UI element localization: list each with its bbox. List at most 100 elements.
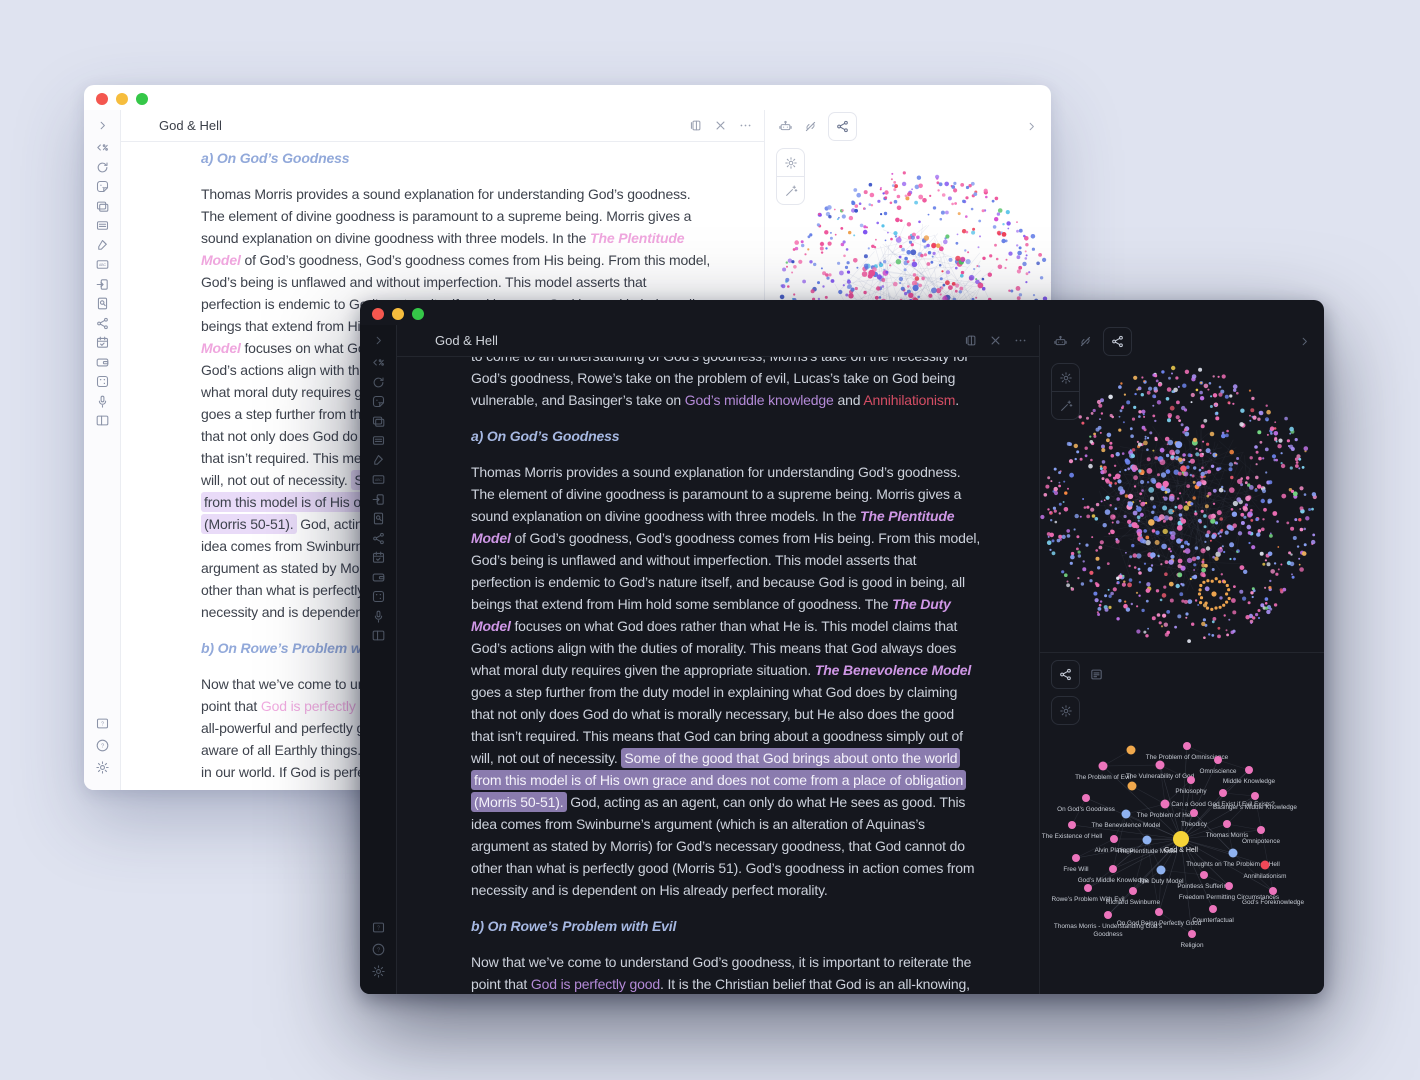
sticker-icon[interactable] <box>371 394 386 409</box>
sticker-icon[interactable] <box>95 179 110 194</box>
graph-view-button[interactable] <box>828 112 857 141</box>
graph-node-religion[interactable]: Religion <box>1180 930 1204 949</box>
import-icon[interactable] <box>371 492 386 507</box>
graph-node-thomas-morris[interactable]: Thomas Morris <box>1206 820 1249 839</box>
vault-switcher-icon[interactable]: ? <box>371 920 386 935</box>
expand-sidebar-icon[interactable] <box>96 119 109 132</box>
split-pane-icon[interactable] <box>688 118 703 133</box>
abc-box-icon[interactable]: ABC <box>95 257 110 272</box>
tab-actions <box>688 118 753 133</box>
layout-split-icon[interactable] <box>371 628 386 643</box>
note-content[interactable]: to come to an understanding of God’s goo… <box>397 357 1039 994</box>
global-graph[interactable] <box>1040 358 1324 652</box>
graph-style-button[interactable] <box>777 176 804 204</box>
split-pane-icon[interactable] <box>963 333 978 348</box>
internal-link[interactable]: Model <box>201 340 241 356</box>
text-line: Model of God’s goodness, God’s goodness … <box>471 527 1039 549</box>
internal-link[interactable]: Model <box>201 252 241 268</box>
dice-icon[interactable] <box>95 374 110 389</box>
graph-view-icon <box>835 119 850 134</box>
lines-icon[interactable] <box>95 218 110 233</box>
internal-link[interactable]: God is perfectly good <box>531 976 660 992</box>
graph-icon[interactable] <box>95 316 110 331</box>
settings-icon[interactable] <box>95 760 110 775</box>
graph-node-on-god-being-perfectly-good[interactable]: On God Being Perfectly Good <box>1117 908 1202 927</box>
internal-link[interactable]: The Benevolence Model <box>815 662 971 678</box>
local-graph-settings-button[interactable] <box>1051 696 1080 725</box>
internal-link[interactable]: The Duty <box>892 596 951 612</box>
graph-view-button[interactable] <box>1103 327 1132 356</box>
shape-pen-icon[interactable] <box>95 238 110 253</box>
help-icon[interactable]: ? <box>371 942 386 957</box>
traffic-light-zoom[interactable] <box>136 93 148 105</box>
mic-icon[interactable] <box>371 609 386 624</box>
tab-title[interactable]: God & Hell <box>435 333 498 348</box>
abc-box-icon[interactable]: ABC <box>371 472 386 487</box>
global-graph-panel[interactable] <box>1040 358 1324 652</box>
close-icon[interactable] <box>713 118 728 133</box>
close-icon[interactable] <box>988 333 1003 348</box>
list-view-icon[interactable] <box>1089 667 1104 682</box>
graph-node-on-god-s-goodness[interactable]: On God’s Goodness <box>1057 794 1115 813</box>
sync-icon[interactable] <box>371 375 386 390</box>
settings-icon[interactable] <box>371 964 386 979</box>
graph-node-the-vulnerability-of-god[interactable]: The Vulnerability of God <box>1126 761 1195 781</box>
local-graph-view-button[interactable] <box>1051 660 1080 689</box>
shape-pen-icon[interactable] <box>371 453 386 468</box>
internal-link[interactable]: The Plentitude <box>590 230 684 246</box>
wallet-icon[interactable] <box>95 355 110 370</box>
local-graph[interactable]: God & HellThe Problem of OmniscienceOmni… <box>1040 653 1324 993</box>
more-options-icon[interactable] <box>738 118 753 133</box>
dice-icon[interactable] <box>371 589 386 604</box>
graph-node-the-problem-of-evil[interactable]: The Problem of Evil <box>1075 762 1131 782</box>
traffic-light-minimize[interactable] <box>392 308 404 320</box>
chevron-right-icon[interactable] <box>1025 120 1038 133</box>
internal-link[interactable]: The Plentitude <box>860 508 954 524</box>
more-options-icon[interactable] <box>1013 333 1028 348</box>
sync-icon[interactable] <box>95 160 110 175</box>
import-icon[interactable] <box>95 277 110 292</box>
graph-node[interactable] <box>1127 746 1136 755</box>
local-graph-panel[interactable]: God & HellThe Problem of OmniscienceOmni… <box>1040 653 1324 994</box>
expand-sidebar-icon[interactable] <box>372 334 385 347</box>
graph-icon[interactable] <box>371 531 386 546</box>
settings-icon <box>784 156 798 170</box>
traffic-light-close[interactable] <box>372 308 384 320</box>
graph-node[interactable] <box>1128 782 1137 791</box>
graph-node-free-will[interactable]: Free Will <box>1063 854 1088 873</box>
wallet-icon[interactable] <box>371 570 386 585</box>
file-search-icon[interactable] <box>371 511 386 526</box>
titlebar[interactable] <box>84 85 1051 110</box>
graph-node-counterfactual[interactable]: Counterfactual <box>1192 905 1234 924</box>
vault-switcher-icon[interactable]: ? <box>95 716 110 731</box>
sidebar-header <box>1040 325 1324 358</box>
titlebar[interactable] <box>360 300 1324 325</box>
internal-link[interactable]: Model <box>471 530 511 546</box>
traffic-light-zoom[interactable] <box>412 308 424 320</box>
lines-icon[interactable] <box>371 433 386 448</box>
tab-title[interactable]: God & Hell <box>159 118 222 133</box>
bot-icon[interactable] <box>1053 334 1068 349</box>
unlink-icon[interactable] <box>803 119 818 134</box>
internal-link[interactable]: God’s middle knowledge <box>685 392 834 408</box>
cards-icon[interactable] <box>95 199 110 214</box>
help-icon[interactable]: ? <box>95 738 110 753</box>
internal-link[interactable]: Model <box>471 618 511 634</box>
graph-settings-button[interactable] <box>1052 364 1079 391</box>
bot-icon[interactable] <box>778 119 793 134</box>
unlink-icon[interactable] <box>1078 334 1093 349</box>
layout-split-icon[interactable] <box>95 413 110 428</box>
cards-icon[interactable] <box>371 414 386 429</box>
calendar-check-icon[interactable] <box>371 550 386 565</box>
traffic-light-close[interactable] <box>96 93 108 105</box>
calendar-check-icon[interactable] <box>95 335 110 350</box>
code-template-icon[interactable] <box>371 355 386 370</box>
mic-icon[interactable] <box>95 394 110 409</box>
unresolved-link[interactable]: Annihilationism <box>863 392 955 408</box>
file-search-icon[interactable] <box>95 296 110 311</box>
traffic-light-minimize[interactable] <box>116 93 128 105</box>
code-template-icon[interactable] <box>95 140 110 155</box>
chevron-right-icon[interactable] <box>1298 335 1311 348</box>
graph-settings-button[interactable] <box>777 149 804 176</box>
graph-style-button[interactable] <box>1052 391 1079 419</box>
